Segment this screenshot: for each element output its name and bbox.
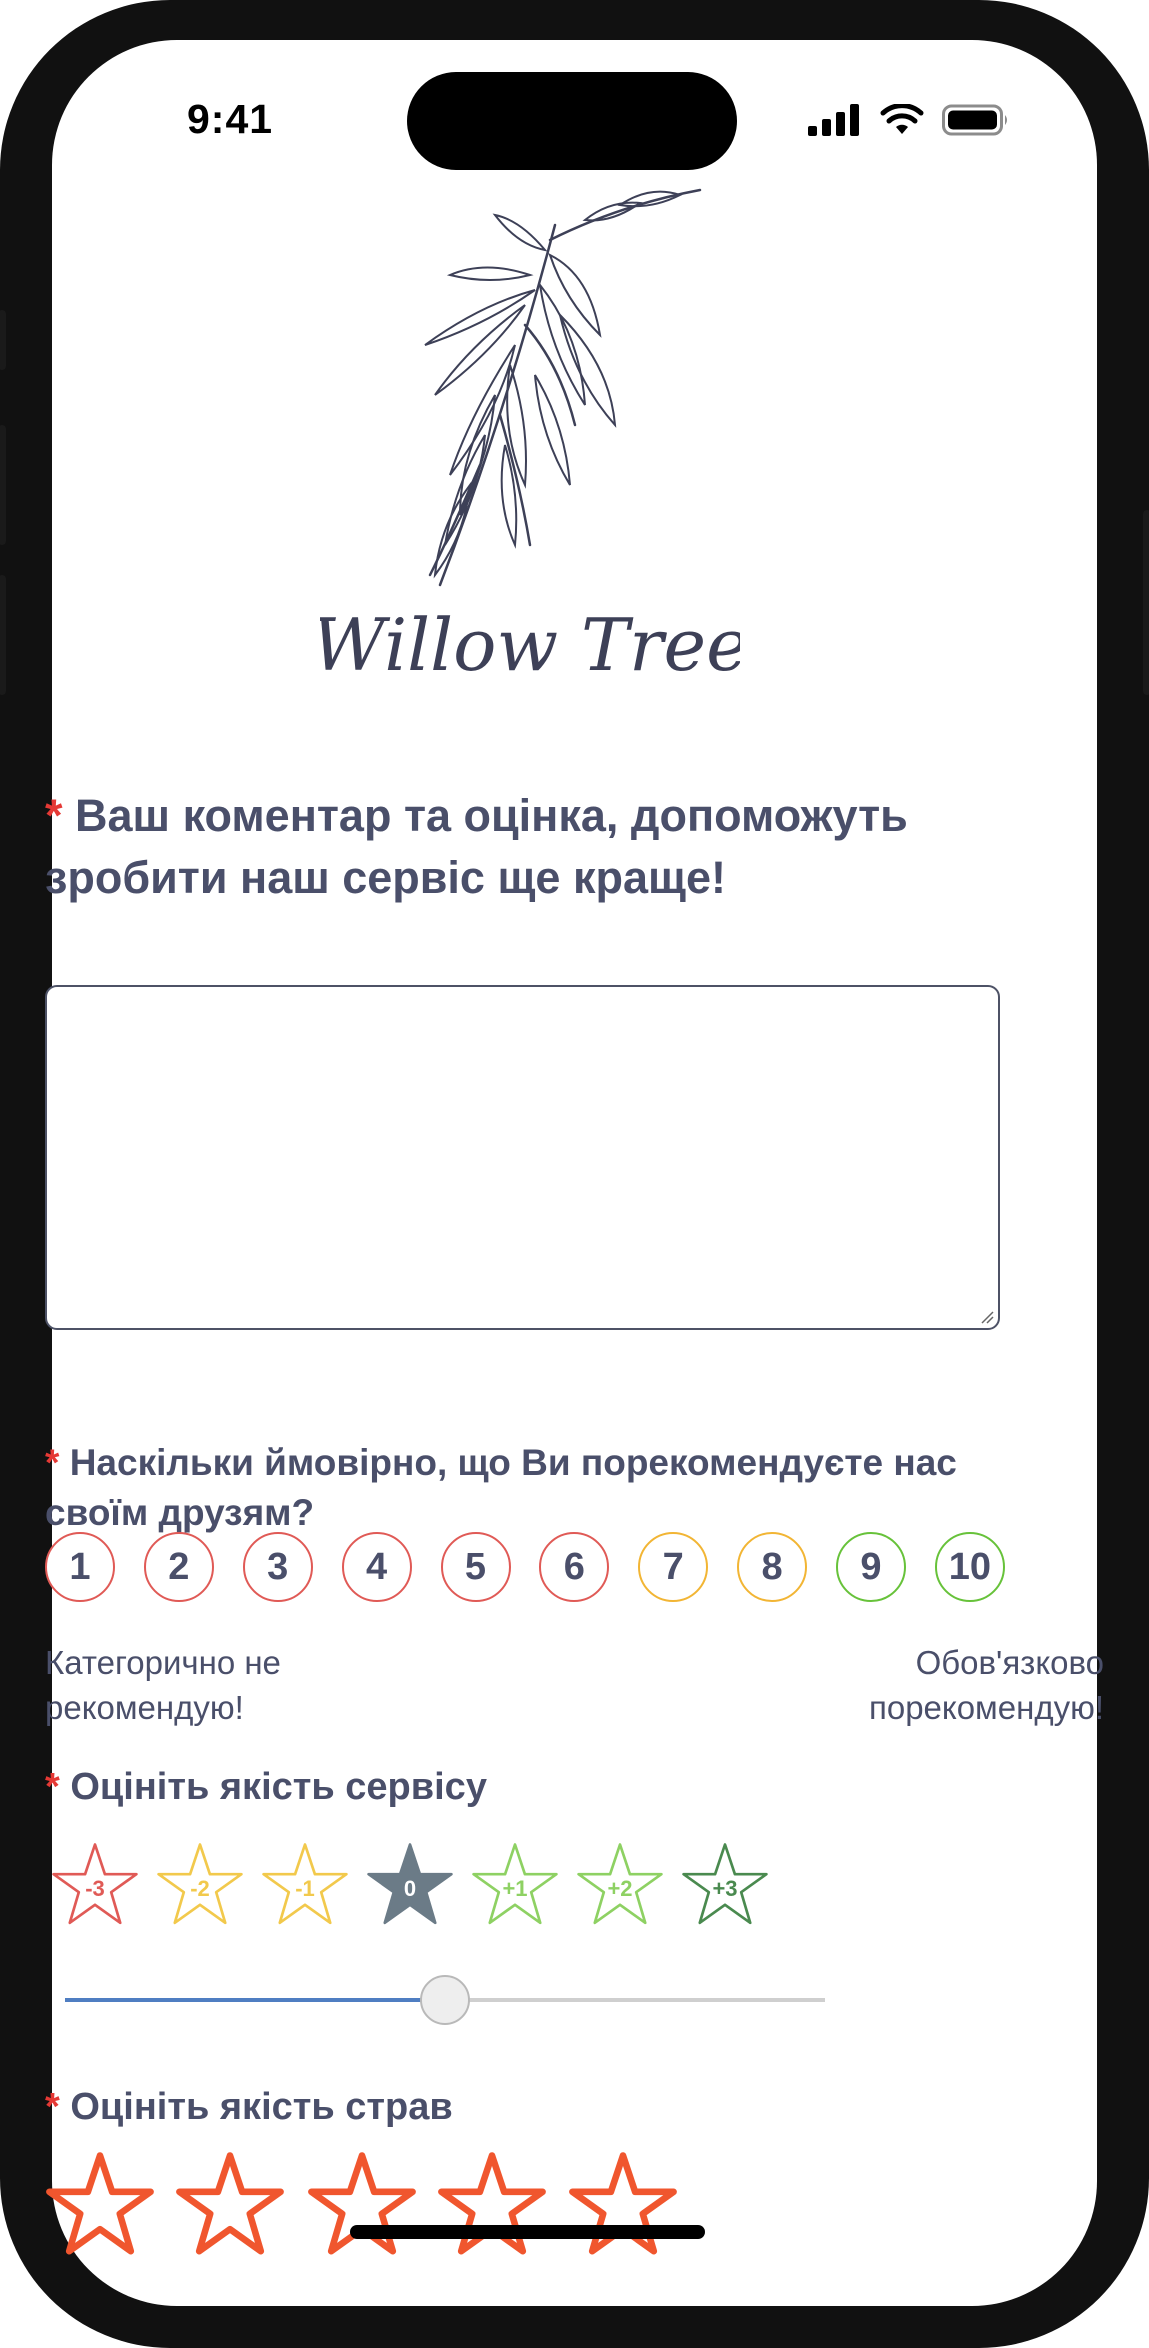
- status-time: 9:41: [187, 96, 274, 142]
- willow-branch-icon: Willow Tree: [311, 188, 749, 687]
- nps-option-4[interactable]: 4: [341, 1532, 412, 1602]
- resize-grip-icon[interactable]: [980, 1310, 994, 1324]
- nps-option-8[interactable]: 8: [737, 1532, 808, 1602]
- comment-question-title: * Ваш коментар та оцінка, допоможуть зро…: [45, 785, 995, 909]
- service-rating-stars: -3 -2 -1 0 +1 +2 +3: [50, 1840, 830, 1940]
- required-mark: *: [45, 1766, 60, 1808]
- service-star-plus-3[interactable]: +3: [680, 1840, 780, 1940]
- battery-icon: [942, 104, 1007, 136]
- food-star-1-icon[interactable]: [45, 2150, 155, 2260]
- required-mark: *: [45, 1442, 60, 1483]
- brand-name: Willow Tree: [320, 603, 740, 687]
- status-icons: [808, 104, 1012, 136]
- service-star-label: 0: [403, 1876, 417, 1901]
- service-question-text: Оцініть якість сервісу: [70, 1766, 487, 1808]
- service-rating-slider[interactable]: [65, 1975, 825, 2025]
- nps-option-1[interactable]: 1: [45, 1532, 115, 1602]
- home-indicator[interactable]: [350, 2225, 705, 2239]
- service-star-label: -3: [85, 1876, 105, 1901]
- food-star-2-icon[interactable]: [175, 2150, 285, 2260]
- service-star-minus-1[interactable]: -1: [260, 1840, 360, 1940]
- recommend-question-text: Наскільки ймовірно, що Ви порекомендуєте…: [45, 1442, 957, 1533]
- food-star-3-icon[interactable]: [307, 2150, 417, 2260]
- nps-option-6[interactable]: 6: [539, 1532, 610, 1602]
- comment-textarea[interactable]: [45, 985, 1000, 1330]
- service-star-label: +2: [607, 1876, 633, 1901]
- power-button: [1143, 510, 1149, 695]
- slider-thumb[interactable]: [420, 1975, 470, 2025]
- wifi-icon: [880, 104, 924, 134]
- nps-option-3[interactable]: 3: [242, 1532, 313, 1602]
- nps-option-5[interactable]: 5: [440, 1532, 511, 1602]
- cellular-signal-icon: [808, 104, 859, 136]
- service-star-label: +3: [712, 1876, 738, 1901]
- food-star-5-icon[interactable]: [568, 2150, 678, 2260]
- required-mark: *: [45, 790, 63, 841]
- service-star-label: +1: [502, 1876, 528, 1901]
- nps-option-10[interactable]: 10: [934, 1532, 1005, 1602]
- volume-up-button: [0, 425, 6, 545]
- service-star-minus-3[interactable]: -3: [50, 1840, 150, 1940]
- recommend-scale: 1 2 3 4 5 6 7 8 9 10: [45, 1532, 1005, 1606]
- mute-switch: [0, 310, 6, 370]
- service-star-plus-2[interactable]: +2: [575, 1840, 675, 1940]
- nps-option-7[interactable]: 7: [638, 1532, 709, 1602]
- food-star-4-icon[interactable]: [437, 2150, 547, 2260]
- recommend-question-title: * Наскільки ймовірно, що Ви порекомендує…: [45, 1438, 995, 1538]
- comment-question-text: Ваш коментар та оцінка, допоможуть зроби…: [45, 790, 908, 903]
- service-star-plus-1[interactable]: +1: [470, 1840, 570, 1940]
- nps-high-label: Обов'язково порекомендую!: [868, 1644, 1104, 1726]
- food-question-text: Оцініть якість страв: [70, 2086, 453, 2128]
- food-rating-stars: [45, 2150, 705, 2270]
- nps-option-9[interactable]: 9: [836, 1532, 906, 1602]
- brand-logo: Willow Tree: [311, 165, 749, 695]
- required-mark: *: [45, 2086, 60, 2128]
- service-star-label: -1: [295, 1876, 315, 1901]
- food-question-title: * Оцініть якість страв: [45, 2082, 453, 2132]
- nps-option-2[interactable]: 2: [143, 1532, 214, 1602]
- dynamic-island: [407, 72, 737, 170]
- service-star-label: -2: [190, 1876, 210, 1901]
- service-question-title: * Оцініть якість сервісу: [45, 1762, 487, 1812]
- volume-down-button: [0, 575, 6, 695]
- service-star-minus-2[interactable]: -2: [155, 1840, 255, 1940]
- service-star-zero[interactable]: 0: [365, 1840, 465, 1940]
- nps-low-label: Категорично не рекомендую!: [45, 1644, 281, 1726]
